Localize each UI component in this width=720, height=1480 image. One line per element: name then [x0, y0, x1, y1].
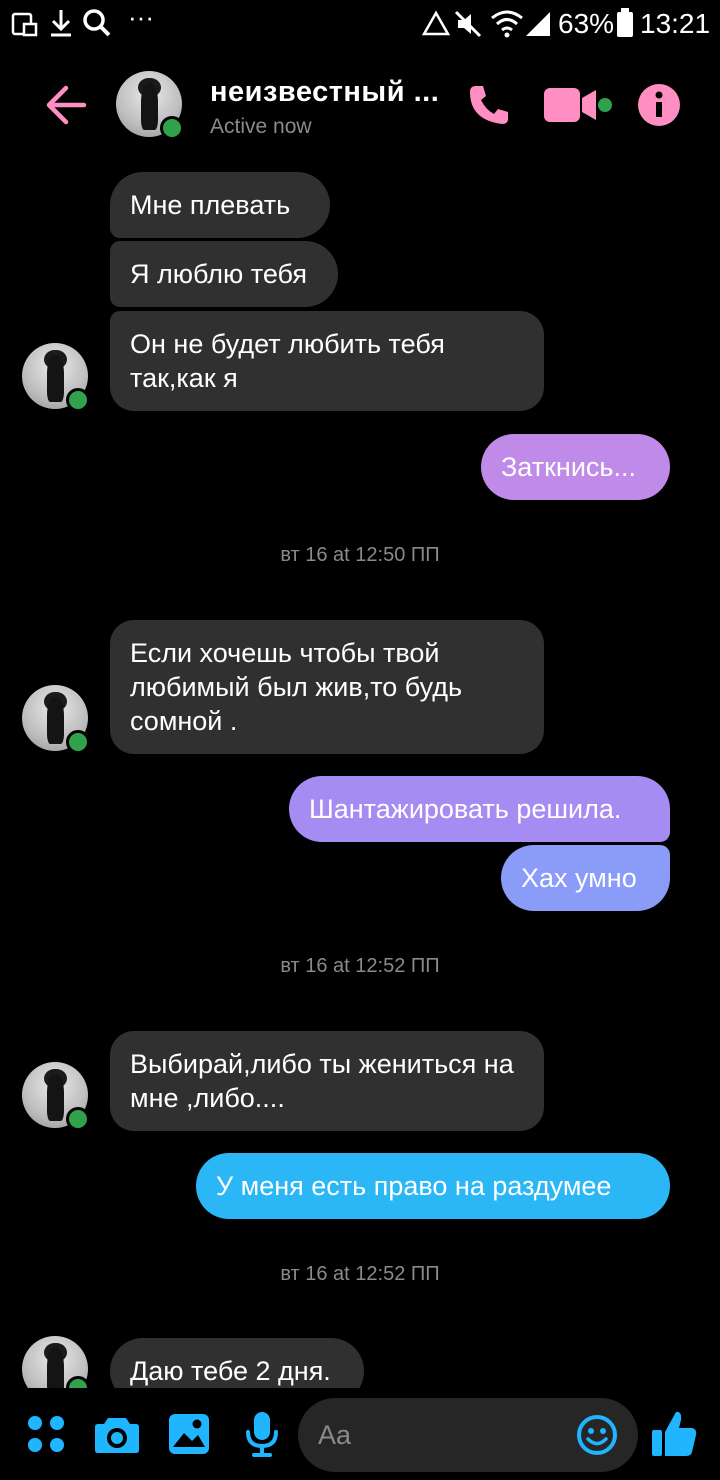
message-input-placeholder: Aa: [318, 1420, 352, 1450]
message-incoming[interactable]: Даю тебе 2 дня.: [110, 1338, 364, 1388]
message-outgoing[interactable]: Заткнись...: [481, 434, 670, 500]
mute-icon: [454, 10, 482, 38]
message-incoming[interactable]: Выбирай,либо ты жениться на мне ,либо...…: [110, 1031, 544, 1131]
presence-status: Active now: [210, 115, 312, 138]
message-incoming[interactable]: Мне плевать: [110, 172, 330, 238]
online-dot: [66, 388, 90, 412]
timestamp: вт 16 at 12:50 ПП: [280, 544, 440, 566]
clock: 13:21: [640, 8, 711, 39]
message-incoming[interactable]: Я люблю тебя: [110, 241, 338, 307]
battery-percent: 63%: [558, 8, 615, 39]
back-arrow-icon[interactable]: [44, 82, 90, 128]
overflow-indicator: ···: [128, 2, 154, 32]
battery-icon: [617, 8, 633, 37]
signal-icon: [526, 12, 550, 36]
gallery-icon[interactable]: [168, 1413, 210, 1455]
thumbs-up-icon[interactable]: [650, 1408, 698, 1458]
emoji-icon[interactable]: [576, 1414, 618, 1456]
info-icon[interactable]: [636, 82, 682, 128]
video-camera-icon[interactable]: [542, 84, 616, 126]
menu-dots-icon[interactable]: [26, 1414, 66, 1454]
message-outgoing[interactable]: Шантажировать решила.: [289, 776, 670, 842]
contact-name[interactable]: неизвестный ...: [210, 76, 439, 109]
microphone-icon[interactable]: [244, 1410, 280, 1458]
online-dot: [66, 1107, 90, 1131]
camera-icon[interactable]: [94, 1414, 140, 1454]
message-incoming[interactable]: Если хочешь чтобы твой любимый был жив,т…: [110, 620, 544, 754]
online-dot: [160, 116, 184, 140]
message-outgoing[interactable]: Хах умно: [501, 845, 670, 911]
screenshot-icon: [11, 12, 38, 37]
online-dot: [66, 730, 90, 754]
message-list-clip: Даю тебе 2 дня.: [0, 1320, 720, 1388]
message-outgoing[interactable]: У меня есть право на раздумее: [196, 1153, 670, 1219]
status-bar: ··· 63% 13:21: [0, 0, 720, 48]
timestamp: вт 16 at 12:52 ПП: [280, 1263, 440, 1285]
phone-icon[interactable]: [466, 82, 512, 128]
wifi-icon: [491, 10, 523, 38]
message-incoming[interactable]: Он не будет любить тебя так,как я: [110, 311, 544, 411]
timestamp: вт 16 at 12:52 ПП: [280, 955, 440, 977]
recycle-icon: [421, 10, 451, 36]
search-icon: [83, 9, 111, 37]
download-icon: [51, 10, 71, 37]
